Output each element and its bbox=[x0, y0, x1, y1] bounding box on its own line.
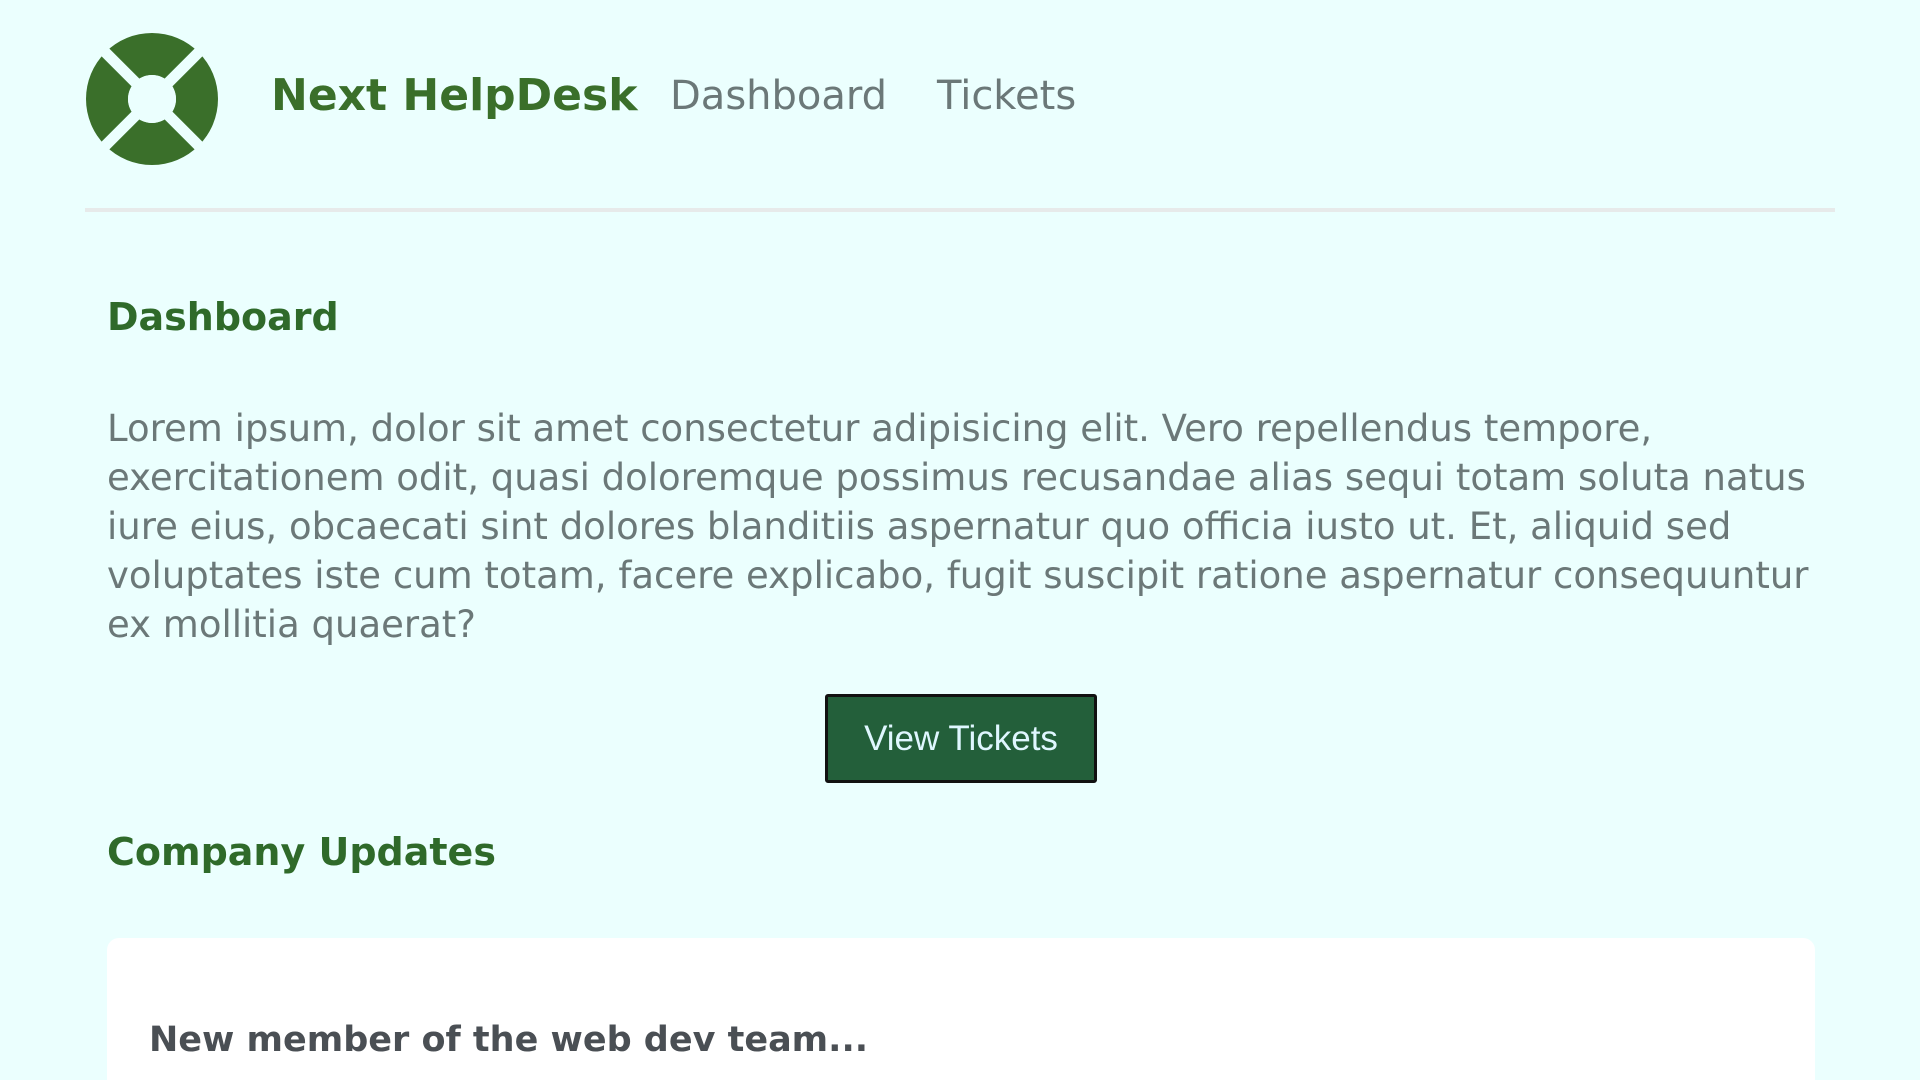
company-updates-title: Company Updates bbox=[107, 830, 496, 874]
page-title: Dashboard bbox=[107, 295, 339, 339]
nav-link-tickets[interactable]: Tickets bbox=[937, 64, 1076, 128]
lifebuoy-icon[interactable] bbox=[85, 32, 219, 166]
view-tickets-button[interactable]: View Tickets bbox=[825, 694, 1097, 783]
button-row: View Tickets bbox=[107, 694, 1815, 783]
navbar: Next HelpDesk Dashboard Tickets bbox=[85, 0, 1835, 212]
intro-paragraph: Lorem ipsum, dolor sit amet consectetur … bbox=[107, 407, 1809, 646]
update-card[interactable]: New member of the web dev team... bbox=[107, 938, 1815, 1080]
update-card-title: New member of the web dev team... bbox=[149, 1020, 869, 1060]
brand-name[interactable]: Next HelpDesk bbox=[271, 64, 637, 128]
nav-link-dashboard[interactable]: Dashboard bbox=[670, 64, 887, 128]
page: Next HelpDesk Dashboard Tickets Dashboar… bbox=[0, 0, 1920, 1080]
